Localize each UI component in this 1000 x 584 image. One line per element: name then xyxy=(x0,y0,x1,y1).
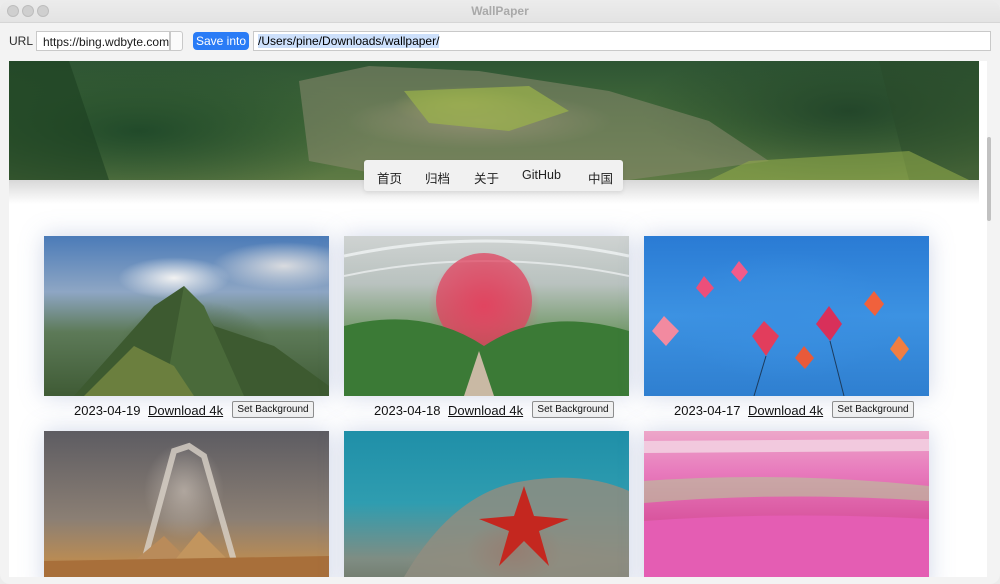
web-content: 首页 归档 关于 GitHub 中国 2023-04-19 Download 4… xyxy=(9,61,991,577)
toolbar: URL https://bing.wdbyte.com Save into /U… xyxy=(0,23,1000,61)
url-dropdown-button[interactable] xyxy=(170,31,183,51)
wallpaper-thumbnail[interactable] xyxy=(344,236,629,396)
wallpaper-thumbnail[interactable] xyxy=(44,236,329,396)
wallpaper-date: 2023-04-18 xyxy=(374,403,441,418)
save-into-button[interactable]: Save into xyxy=(193,32,249,50)
nav-item-china[interactable]: 中国 xyxy=(588,168,613,187)
nav-item-archive[interactable]: 归档 xyxy=(425,168,450,187)
download-4k-link[interactable]: Download 4k xyxy=(748,403,823,418)
url-label: URL xyxy=(9,34,34,48)
card-row: 2023-04-19 Download 4k Set Background xyxy=(44,401,329,421)
nav-bar: 首页 归档 关于 GitHub 中国 xyxy=(364,160,623,191)
window-title: WallPaper xyxy=(471,4,529,18)
wallpaper-thumbnail[interactable] xyxy=(44,431,329,577)
app-window: WallPaper URL https://bing.wdbyte.com Sa… xyxy=(0,0,1000,584)
url-input[interactable]: https://bing.wdbyte.com xyxy=(36,31,170,51)
nav-item-home[interactable]: 首页 xyxy=(377,168,402,187)
save-path-text: /Users/pine/Downloads/wallpaper/ xyxy=(258,34,440,48)
set-background-button[interactable]: Set Background xyxy=(832,401,914,418)
download-4k-link[interactable]: Download 4k xyxy=(148,403,223,418)
save-path-input[interactable]: /Users/pine/Downloads/wallpaper/ xyxy=(253,31,991,51)
nav-item-about[interactable]: 关于 xyxy=(474,168,499,187)
title-bar: WallPaper xyxy=(0,0,1000,23)
wallpaper-thumbnail[interactable] xyxy=(344,431,629,577)
set-background-button[interactable]: Set Background xyxy=(532,401,614,418)
wallpaper-thumbnail[interactable] xyxy=(644,431,929,577)
wallpaper-date: 2023-04-19 xyxy=(74,403,141,418)
set-background-button[interactable]: Set Background xyxy=(232,401,314,418)
download-4k-link[interactable]: Download 4k xyxy=(448,403,523,418)
card-row: 2023-04-17 Download 4k Set Background xyxy=(644,401,929,421)
wallpaper-thumbnail[interactable] xyxy=(644,236,929,396)
vertical-scrollbar[interactable] xyxy=(987,61,991,577)
card-row: 2023-04-18 Download 4k Set Background xyxy=(344,401,629,421)
wallpaper-date: 2023-04-17 xyxy=(674,403,741,418)
nav-item-github[interactable]: GitHub xyxy=(522,168,561,182)
scrollbar-thumb[interactable] xyxy=(987,137,991,221)
